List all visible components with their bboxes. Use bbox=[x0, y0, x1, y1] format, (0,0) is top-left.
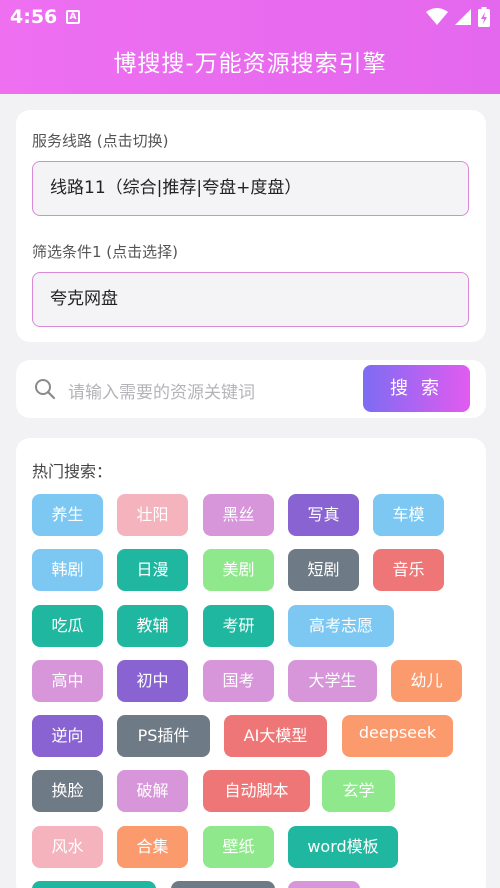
hot-tag[interactable] bbox=[32, 881, 156, 888]
hot-tag[interactable]: 风水 bbox=[32, 826, 103, 868]
hot-tag[interactable]: 韩剧 bbox=[32, 549, 103, 591]
status-time: 4:56 bbox=[10, 6, 58, 28]
hot-tag[interactable]: PS插件 bbox=[117, 715, 210, 757]
hot-tag[interactable]: 壮阳 bbox=[117, 494, 188, 536]
hot-tag[interactable]: 大学生 bbox=[288, 660, 377, 702]
page-title: 博搜搜-万能资源搜索引擎 bbox=[113, 51, 387, 77]
sim-badge: A bbox=[66, 10, 80, 24]
hot-tag[interactable]: 自动脚本 bbox=[203, 770, 310, 812]
search-icon bbox=[35, 379, 56, 400]
hot-tag[interactable] bbox=[171, 881, 275, 888]
hot-tag[interactable]: 写真 bbox=[288, 494, 359, 536]
search-card: 请输入需要的资源关键词 搜 索 bbox=[16, 360, 486, 418]
hot-tag[interactable]: 音乐 bbox=[373, 549, 444, 591]
hot-tag[interactable]: 黑丝 bbox=[203, 494, 274, 536]
hot-tag[interactable]: 短剧 bbox=[288, 549, 359, 591]
hot-tag[interactable]: 合集 bbox=[117, 826, 188, 868]
filter-label: 筛选条件1 (点击选择) bbox=[32, 243, 179, 261]
hot-tag[interactable]: 玄学 bbox=[322, 770, 395, 812]
battery-icon bbox=[478, 7, 490, 27]
hot-tag[interactable]: 教辅 bbox=[117, 605, 188, 647]
search-input[interactable]: 请输入需要的资源关键词 bbox=[68, 378, 255, 403]
hot-search-label: 热门搜索： bbox=[32, 462, 113, 481]
status-bar: 4:56 A bbox=[0, 0, 500, 36]
hot-tag[interactable]: 破解 bbox=[117, 770, 188, 812]
hot-tag[interactable]: AI大模型 bbox=[224, 715, 327, 757]
hot-tag[interactable]: deepseek bbox=[342, 715, 453, 757]
hot-tag[interactable]: 养生 bbox=[32, 494, 103, 536]
hot-tag[interactable]: 壁纸 bbox=[203, 826, 274, 868]
hot-tag[interactable]: 国考 bbox=[203, 660, 274, 702]
app-header: 4:56 A 博搜搜-万能资源搜索引擎 bbox=[0, 0, 500, 94]
hot-tag[interactable]: 考研 bbox=[203, 605, 274, 647]
hot-tag[interactable]: 高中 bbox=[32, 660, 103, 702]
hot-tag[interactable]: 吃瓜 bbox=[32, 605, 103, 647]
hot-tag[interactable] bbox=[288, 881, 360, 888]
hot-search-card: 热门搜索： 养生 壮阳 黑丝 写真 车模 韩剧 日漫 美剧 短剧 音乐 吃瓜 教… bbox=[16, 438, 486, 888]
hot-tag[interactable]: 幼儿 bbox=[391, 660, 462, 702]
hot-tag[interactable]: 换脸 bbox=[32, 770, 103, 812]
hot-tag[interactable]: 高考志愿 bbox=[288, 605, 394, 647]
hot-tag[interactable]: 日漫 bbox=[117, 549, 188, 591]
signal-icon bbox=[455, 9, 471, 25]
hot-tag[interactable]: 美剧 bbox=[203, 549, 274, 591]
search-button[interactable]: 搜 索 bbox=[363, 365, 470, 412]
settings-card: 服务线路 (点击切换) 线路11（综合|推荐|夸盘+度盘） 筛选条件1 (点击选… bbox=[16, 110, 486, 342]
hot-tag[interactable]: 初中 bbox=[117, 660, 188, 702]
route-label: 服务线路 (点击切换) bbox=[32, 132, 169, 150]
filter-select[interactable]: 夸克网盘 bbox=[32, 272, 469, 327]
wifi-icon bbox=[426, 8, 448, 25]
route-select[interactable]: 线路11（综合|推荐|夸盘+度盘） bbox=[32, 161, 469, 216]
hot-tag[interactable]: word模板 bbox=[288, 826, 398, 868]
hot-tag[interactable]: 逆向 bbox=[32, 715, 103, 757]
hot-tag[interactable]: 车模 bbox=[373, 494, 444, 536]
status-icons bbox=[426, 7, 490, 27]
